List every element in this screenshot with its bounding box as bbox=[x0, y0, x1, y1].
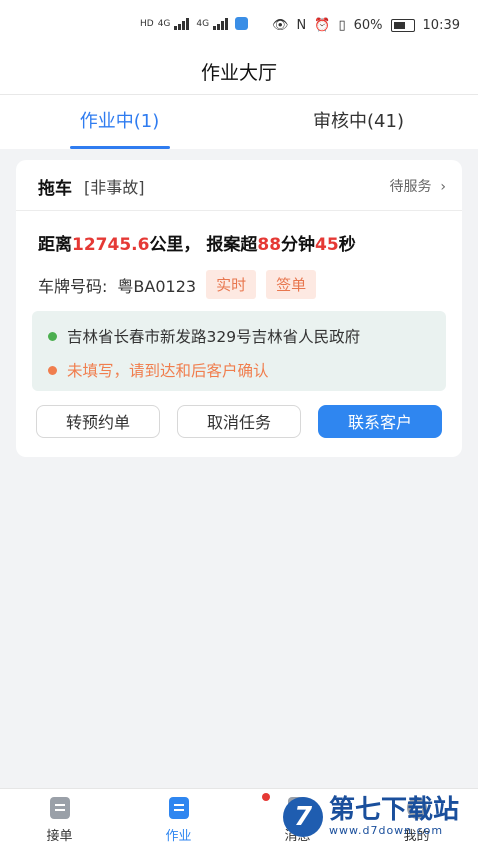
chevron-right-icon: › bbox=[435, 179, 446, 195]
tabbar-item-work[interactable]: 作业 bbox=[119, 797, 238, 844]
vibrate-icon: ▯ bbox=[338, 18, 346, 33]
order-status-label: 待服务 bbox=[389, 179, 432, 195]
origin-address: 吉林省长春市新发路329号吉林省人民政府 bbox=[67, 328, 361, 346]
origin-row: 吉林省长春市新发路329号吉林省人民政府 bbox=[48, 325, 360, 347]
page-title: 作业大厅 bbox=[0, 56, 478, 94]
signal-icon bbox=[174, 17, 192, 30]
tabbar-item-orders[interactable]: 接单 bbox=[0, 797, 119, 844]
minutes-label: 分钟 bbox=[281, 235, 316, 255]
tab-under-review[interactable]: 审核中(41) bbox=[239, 95, 478, 149]
plate-label: 车牌号码: bbox=[38, 276, 108, 296]
destination-row: 未填写，请到达和后客户确认 bbox=[48, 359, 269, 381]
hd-indicator: HD bbox=[140, 18, 154, 29]
address-box: 吉林省长春市新发路329号吉林省人民政府 未填写，请到达和后客户确认 bbox=[32, 311, 446, 391]
watermark-url: www.d7down.com bbox=[329, 824, 444, 837]
clock: 10:39 bbox=[422, 18, 460, 33]
tabbar-label-work: 作业 bbox=[165, 829, 192, 844]
cancel-task-button[interactable]: 取消任务 bbox=[177, 405, 301, 438]
watermark-logo-icon: 7 bbox=[283, 796, 323, 837]
order-status[interactable]: 待服务 › bbox=[389, 176, 446, 196]
battery-icon bbox=[390, 19, 415, 32]
tab-bar-top: 作业中(1) 审核中(41) bbox=[0, 94, 478, 149]
alarm-icon: ⏰ bbox=[314, 18, 331, 33]
tabbar-label-orders: 接单 bbox=[46, 829, 73, 844]
app-notification-icon bbox=[235, 17, 249, 30]
reschedule-button[interactable]: 转预约单 bbox=[36, 405, 160, 438]
distance-overdue-line: 距离12745.6公里， 报案超88分钟45秒 bbox=[38, 230, 356, 255]
signal-icon-2 bbox=[213, 17, 231, 30]
network-type-1: 4G bbox=[157, 18, 171, 29]
unread-dot bbox=[261, 793, 270, 801]
order-card[interactable]: 拖车 [非事故] 待服务 › 距离12745.6公里， 报案超88分钟45秒 车… bbox=[16, 160, 462, 457]
seconds-label: 秒 bbox=[338, 235, 356, 255]
overdue-prefix: 报案超 bbox=[206, 235, 258, 255]
accident-type: [非事故] bbox=[84, 178, 145, 197]
distance-prefix: 距离 bbox=[38, 235, 72, 255]
network-type-2: 4G bbox=[196, 18, 210, 29]
site-watermark: 7 第七下载站 www.d7down.com bbox=[283, 796, 459, 837]
order-list-icon bbox=[49, 797, 70, 819]
service-type: 拖车 bbox=[38, 179, 72, 199]
eye-icon: 👁 bbox=[272, 18, 289, 33]
watermark-brand: 第七下载站 bbox=[329, 795, 460, 825]
distance-unit: 公里， bbox=[149, 235, 201, 255]
battery-percent: 60% bbox=[353, 18, 383, 33]
distance-value: 12745.6 bbox=[72, 235, 150, 255]
plate-row: 车牌号码: 粤BA0123 实时 签单 bbox=[38, 270, 317, 299]
realtime-badge: 实时 bbox=[206, 270, 257, 299]
work-doc-icon bbox=[168, 797, 189, 819]
destination-dot-icon bbox=[48, 365, 57, 375]
overdue-minutes: 88 bbox=[257, 235, 282, 255]
nfc-icon: N bbox=[296, 18, 307, 33]
order-card-header: 拖车 [非事故] 待服务 › bbox=[16, 160, 462, 211]
status-bar: HD 4G 4G 👁 N ⏰ ▯ 60% 10:39 bbox=[0, 0, 478, 56]
tab-in-progress[interactable]: 作业中(1) bbox=[0, 95, 239, 149]
overdue-seconds: 45 bbox=[315, 235, 339, 255]
origin-dot-icon bbox=[48, 331, 57, 341]
action-buttons: 转预约单 取消任务 联系客户 bbox=[36, 405, 442, 438]
system-indicators: 👁 N ⏰ ▯ 60% 10:39 bbox=[272, 18, 460, 33]
contact-customer-button[interactable]: 联系客户 bbox=[318, 405, 442, 438]
destination-address: 未填写，请到达和后客户确认 bbox=[67, 362, 269, 380]
sign-order-badge: 签单 bbox=[266, 270, 317, 299]
plate-number: 粤BA0123 bbox=[117, 276, 197, 296]
active-tab-indicator bbox=[70, 146, 170, 149]
network-indicators: HD 4G 4G bbox=[140, 17, 249, 30]
watermark-text: 第七下载站 www.d7down.com bbox=[329, 796, 459, 837]
